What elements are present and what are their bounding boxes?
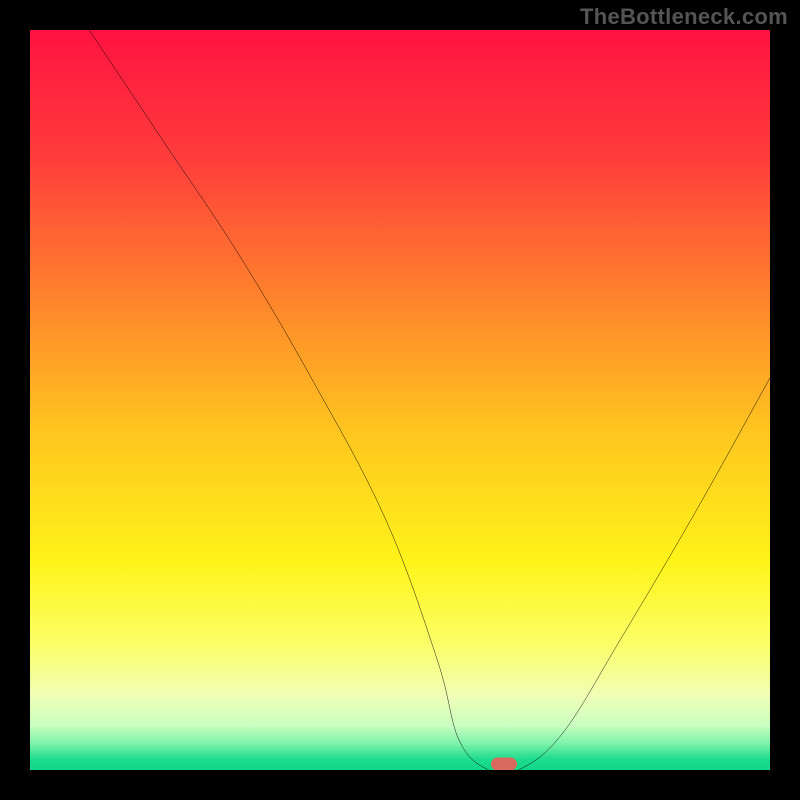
watermark-text: TheBottleneck.com: [580, 4, 788, 30]
chart-container: TheBottleneck.com: [0, 0, 800, 800]
plot-area: [30, 30, 770, 770]
optimal-marker: [491, 758, 517, 770]
bottleneck-curve: [30, 30, 770, 770]
